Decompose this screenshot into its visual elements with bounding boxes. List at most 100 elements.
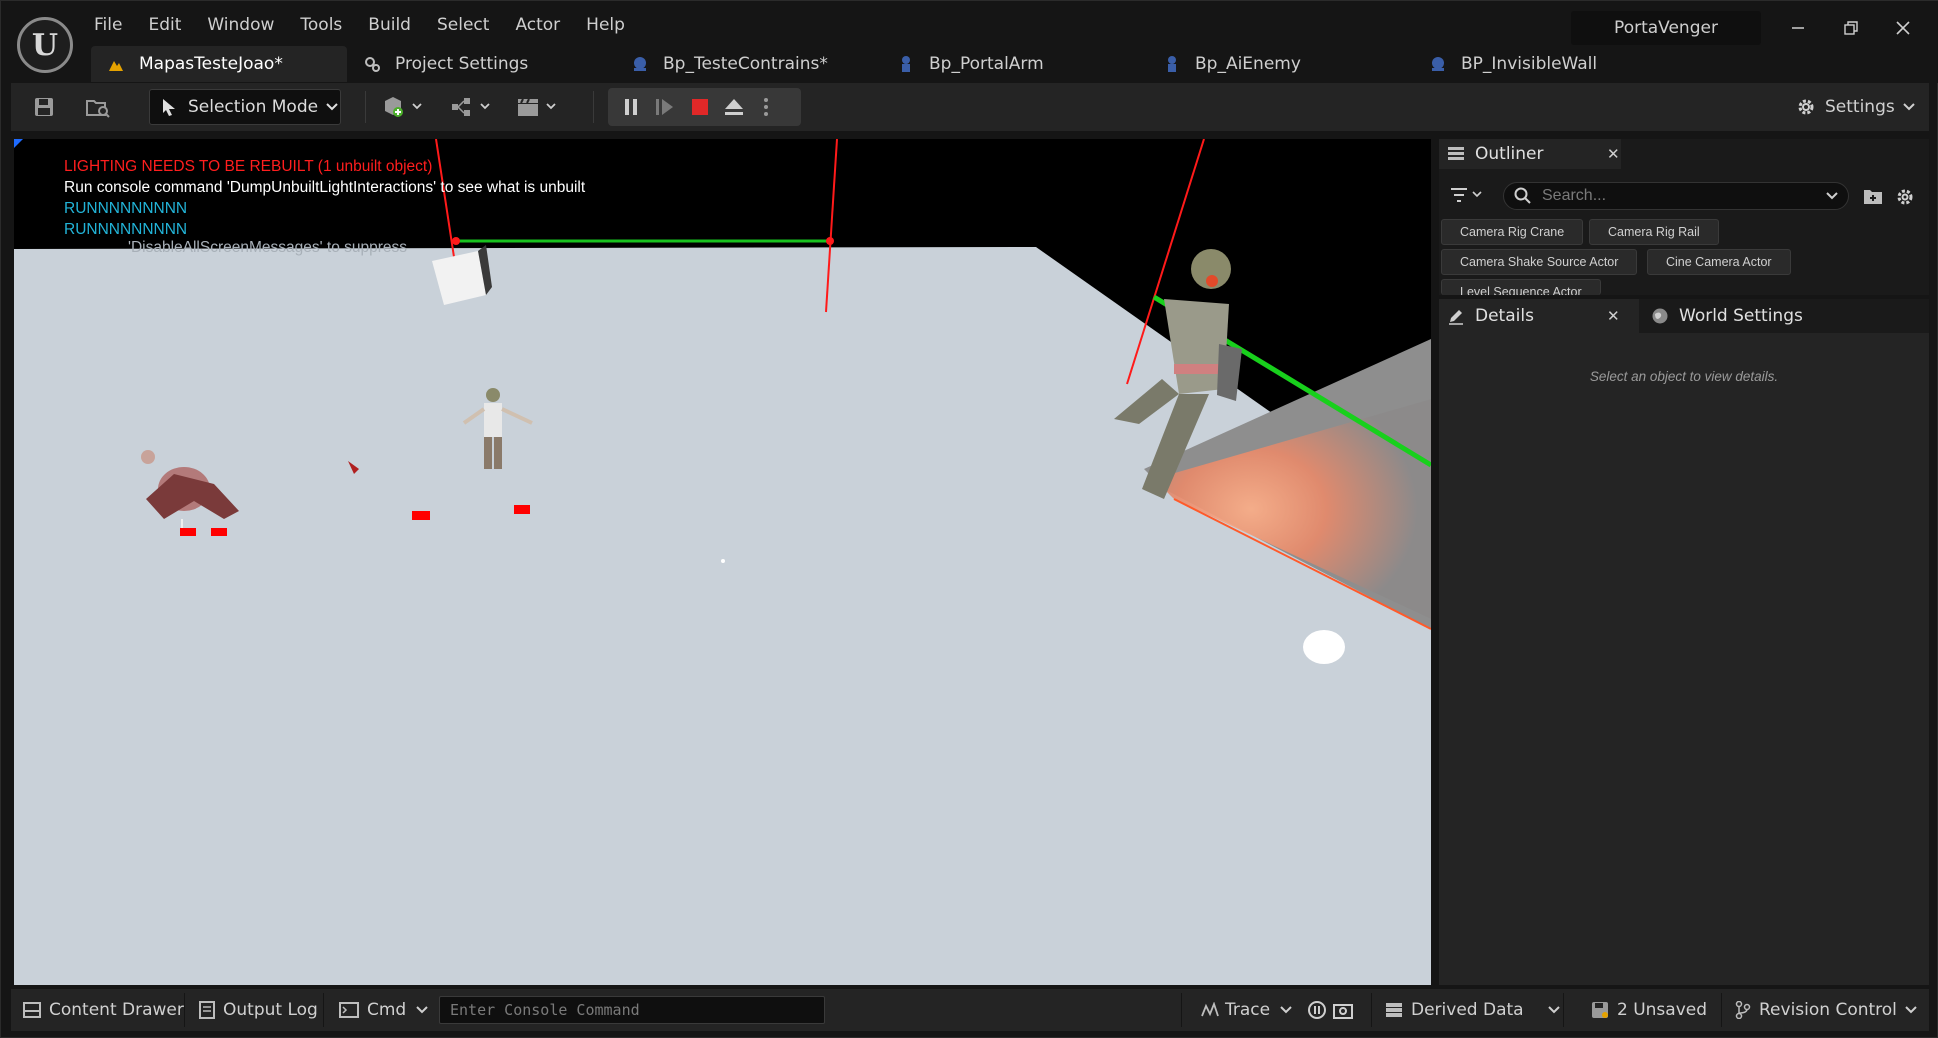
menu-tools[interactable]: Tools xyxy=(287,9,355,41)
record-icon[interactable] xyxy=(1307,989,1327,1031)
menu-window[interactable]: Window xyxy=(194,9,287,41)
unsaved-button[interactable]: 2 Unsaved xyxy=(1591,989,1707,1031)
menu-help[interactable]: Help xyxy=(573,9,638,41)
content-drawer-icon xyxy=(23,1002,41,1018)
details-panel: Details ✕ World Settings Select an objec… xyxy=(1439,299,1929,985)
details-empty-message: Select an object to view details. xyxy=(1589,369,1779,384)
pawn-icon xyxy=(1163,55,1181,73)
document-tabs: MapasTesteJoao* Project Settings Bp_Test… xyxy=(91,46,1663,82)
trace-dropdown[interactable]: Trace xyxy=(1201,989,1292,1031)
save-icon[interactable] xyxy=(27,89,61,125)
project-name-badge: PortaVenger xyxy=(1571,11,1761,45)
add-actor-button[interactable] xyxy=(379,89,431,125)
unsaved-files-icon xyxy=(1591,1001,1609,1019)
blueprint-graph-icon xyxy=(452,98,490,116)
settings-button[interactable]: Settings xyxy=(1795,89,1915,125)
cmd-dropdown[interactable]: Cmd xyxy=(339,989,428,1031)
tab-label: Bp_TesteContrains* xyxy=(663,54,828,74)
status-bar: Content Drawer Output Log Cmd Enter Cons… xyxy=(11,989,1929,1031)
chevron-down-icon xyxy=(1547,1006,1560,1014)
filter-button[interactable] xyxy=(1449,185,1485,205)
search-input[interactable] xyxy=(1542,187,1812,205)
output-log-button[interactable]: Output Log xyxy=(199,989,318,1031)
menu-actor[interactable]: Actor xyxy=(502,9,573,41)
quick-add-chip[interactable]: Cine Camera Actor xyxy=(1647,249,1791,275)
menu-file[interactable]: File xyxy=(81,9,135,41)
status-divider xyxy=(184,993,185,1027)
status-divider xyxy=(323,993,324,1027)
chevron-down-icon xyxy=(1280,1006,1292,1014)
quick-add-chip[interactable]: Camera Rig Rail xyxy=(1589,219,1719,245)
blueprints-button[interactable] xyxy=(447,89,499,125)
terminal-icon xyxy=(339,1002,359,1018)
content-drawer-label: Content Drawer xyxy=(49,1000,184,1020)
revision-control-label: Revision Control xyxy=(1759,1000,1897,1020)
tab-bp-invisible-wall[interactable]: BP_InvisibleWall xyxy=(1413,46,1663,82)
output-log-icon xyxy=(199,1001,215,1019)
editor-window: U File Edit Window Tools Build Select Ac… xyxy=(0,0,1938,1038)
title-bar: U File Edit Window Tools Build Select Ac… xyxy=(1,1,1938,83)
eject-icon[interactable] xyxy=(719,89,749,125)
tab-world-settings[interactable]: World Settings xyxy=(1645,299,1815,333)
console-input[interactable] xyxy=(440,997,824,1023)
settings-label: Settings xyxy=(1825,97,1895,117)
minimize-icon[interactable] xyxy=(1774,11,1822,45)
chevron-down-icon xyxy=(326,103,338,111)
tab-mapas-teste-joao[interactable]: MapasTesteJoao* xyxy=(91,46,347,82)
tab-bp-teste-contrains[interactable]: Bp_TesteContrains* xyxy=(615,46,881,82)
add-folder-icon[interactable] xyxy=(1863,187,1883,209)
close-outliner-icon[interactable]: ✕ xyxy=(1607,145,1620,163)
close-icon[interactable] xyxy=(1879,11,1927,45)
suppress-hint-text: 'DisableAllScreenMessages' to suppress xyxy=(128,239,408,256)
quick-add-chip[interactable]: Level Sequence Actor xyxy=(1441,279,1601,295)
details-tab-bar: Details ✕ World Settings xyxy=(1439,299,1929,333)
details-title: Details xyxy=(1475,306,1534,326)
unreal-logo-icon[interactable]: U xyxy=(17,17,73,73)
chevron-down-icon xyxy=(1905,1006,1917,1014)
tab-label: Bp_PortalArm xyxy=(929,54,1044,74)
menu-build[interactable]: Build xyxy=(355,9,424,41)
browse-content-icon[interactable] xyxy=(81,89,115,125)
more-options-icon[interactable] xyxy=(754,89,778,125)
pause-icon[interactable] xyxy=(616,89,646,125)
quick-add-chip[interactable]: Camera Shake Source Actor xyxy=(1441,249,1638,275)
cmd-label: Cmd xyxy=(367,1000,407,1020)
menu-edit[interactable]: Edit xyxy=(135,9,194,41)
gear-icon[interactable] xyxy=(1895,187,1915,211)
toolbar-divider xyxy=(365,91,366,123)
selection-mode-icon xyxy=(160,97,178,117)
outliner-search[interactable] xyxy=(1503,182,1849,210)
close-details-icon[interactable]: ✕ xyxy=(1607,307,1620,325)
revision-control-dropdown[interactable]: Revision Control xyxy=(1735,989,1917,1031)
branch-icon xyxy=(1735,1001,1751,1019)
derived-data-label: Derived Data xyxy=(1411,1000,1524,1020)
tab-bp-ai-enemy[interactable]: Bp_AiEnemy xyxy=(1147,46,1413,82)
advance-frame-icon[interactable] xyxy=(650,89,680,125)
level-viewport[interactable]: LIGHTING NEEDS TO BE REBUILT (1 unbuilt … xyxy=(14,139,1431,985)
main-toolbar: Selection Mode Settings xyxy=(11,83,1929,131)
stop-icon[interactable] xyxy=(685,89,715,125)
trace-label: Trace xyxy=(1225,1000,1271,1020)
restore-icon[interactable] xyxy=(1827,11,1875,45)
tab-outliner[interactable]: Outliner xyxy=(1439,139,1621,169)
derived-data-dropdown[interactable]: Derived Data xyxy=(1385,989,1560,1031)
quick-add-chip[interactable]: Camera Rig Crane xyxy=(1441,219,1584,245)
selection-mode-dropdown[interactable]: Selection Mode xyxy=(149,89,341,125)
chevron-down-icon[interactable] xyxy=(1826,192,1838,200)
cinematics-button[interactable] xyxy=(513,89,565,125)
console-hint-text: Run console command 'DumpUnbuiltLightInt… xyxy=(64,179,586,196)
status-divider xyxy=(1181,993,1182,1027)
console-command-field[interactable] xyxy=(439,996,825,1024)
tab-project-settings[interactable]: Project Settings xyxy=(347,46,615,82)
chevron-down-icon xyxy=(1903,103,1915,111)
world-settings-label: World Settings xyxy=(1679,306,1803,326)
screenshot-icon[interactable] xyxy=(1333,989,1353,1031)
status-divider xyxy=(1721,993,1722,1027)
output-log-label: Output Log xyxy=(223,1000,318,1020)
white-sphere xyxy=(1303,630,1345,664)
tab-bp-portal-arm[interactable]: Bp_PortalArm xyxy=(881,46,1147,82)
toolbar-divider xyxy=(593,91,594,123)
content-drawer-button[interactable]: Content Drawer xyxy=(23,989,184,1031)
menu-select[interactable]: Select xyxy=(424,9,502,41)
status-divider xyxy=(1563,993,1564,1027)
